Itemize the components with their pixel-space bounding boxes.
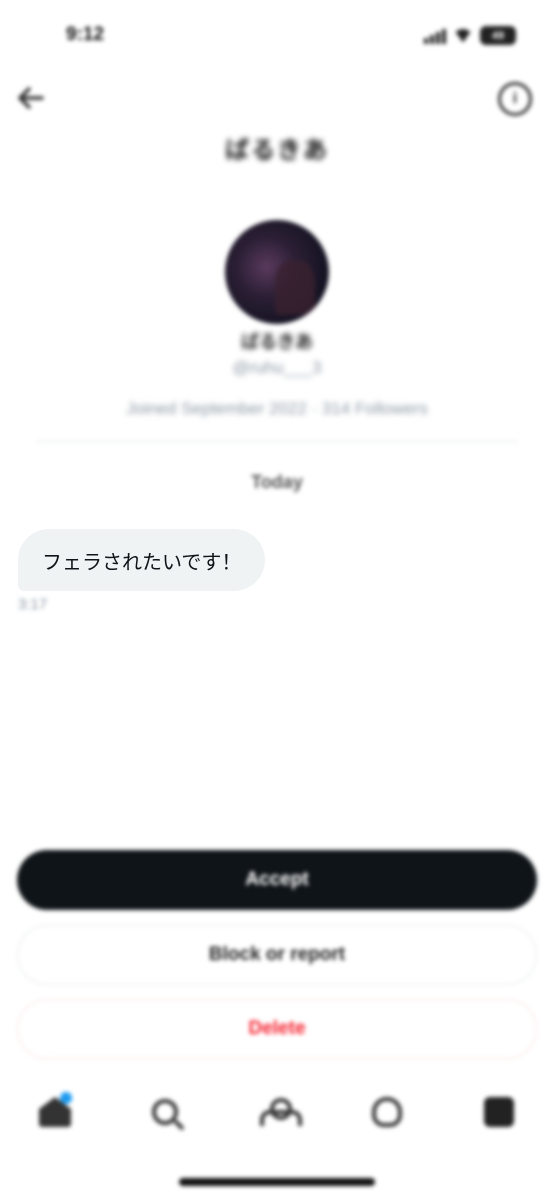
info-icon: i	[512, 90, 518, 107]
home-indicator	[179, 1178, 375, 1186]
wifi-icon	[453, 29, 473, 43]
signal-icon	[424, 28, 446, 44]
avatar[interactable]	[225, 220, 329, 324]
status-bar: 9:12 49	[0, 0, 554, 76]
profile-meta: Joined September 2022 · 314 Followers	[126, 399, 428, 418]
accept-button[interactable]: Accept	[17, 850, 537, 910]
delete-button[interactable]: Delete	[17, 999, 537, 1059]
conversation-info-button[interactable]: i	[498, 82, 532, 116]
notification-dot	[60, 1092, 72, 1104]
message-time: 3:17	[18, 596, 48, 613]
block-or-report-button[interactable]: Block or report	[17, 925, 537, 985]
communities-icon	[260, 1098, 302, 1126]
messages-icon	[484, 1097, 514, 1127]
tab-messages[interactable]	[469, 1082, 529, 1142]
notifications-icon	[372, 1097, 402, 1127]
tab-communities[interactable]	[247, 1082, 307, 1142]
message-bubble[interactable]: フェラされたいです！	[18, 529, 266, 591]
tab-home[interactable]	[25, 1082, 85, 1142]
tab-notifications[interactable]	[357, 1082, 417, 1142]
date-separator: Today	[251, 472, 303, 492]
tab-search[interactable]	[135, 1082, 195, 1142]
divider	[36, 441, 518, 442]
status-icons: 49	[424, 26, 516, 45]
tab-bar	[0, 1082, 554, 1152]
profile-name[interactable]: ばるきあ	[0, 328, 554, 354]
battery-icon: 49	[480, 26, 516, 45]
status-time: 9:12	[66, 24, 105, 45]
search-icon	[152, 1099, 178, 1125]
page-title: ばるきあ	[225, 137, 329, 164]
back-button[interactable]	[10, 80, 50, 116]
arrow-left-icon	[18, 87, 44, 109]
profile-handle: @ruhu___3	[232, 358, 322, 377]
